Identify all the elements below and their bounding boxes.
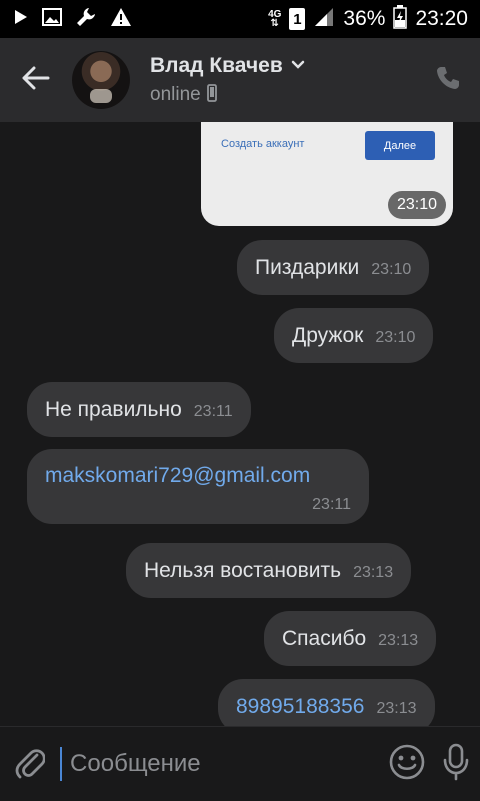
- message-time: 23:11: [312, 496, 351, 513]
- warning-icon: [110, 7, 132, 32]
- message-time: 23:10: [371, 261, 412, 278]
- message-composer: [0, 726, 480, 801]
- message-bubble-outgoing[interactable]: Нельзя востановить 23:13: [126, 543, 412, 598]
- contact-name: Влад Квачев: [150, 53, 283, 77]
- message-bubble-outgoing[interactable]: Дружок 23:10: [274, 308, 434, 363]
- chevron-down-icon: [291, 57, 305, 75]
- message-bubble-outgoing[interactable]: Спасибо 23:13: [264, 611, 437, 666]
- email-link[interactable]: makskomari729@gmail.com: [45, 464, 310, 487]
- sim-icon: 1: [289, 8, 306, 30]
- message-time: 23:11: [193, 403, 233, 420]
- message-bubble-incoming[interactable]: Не правильно 23:11: [27, 382, 251, 437]
- emoji-icon: [388, 743, 426, 786]
- network-type: 4G ⇅: [268, 9, 282, 29]
- call-button[interactable]: [416, 38, 480, 122]
- chat-title[interactable]: Влад Квачев online: [150, 54, 305, 107]
- image-message[interactable]: Создать аккаунт Далее 23:10: [201, 122, 453, 226]
- phone-device-icon: [206, 83, 217, 107]
- emoji-button[interactable]: [382, 727, 431, 801]
- chat-header: Влад Квачев online: [0, 38, 480, 122]
- message-text: Пиздарики: [255, 256, 360, 279]
- attach-button[interactable]: [0, 727, 60, 801]
- back-arrow-icon: [22, 66, 50, 95]
- microphone-icon: [442, 743, 470, 786]
- online-status: online: [150, 84, 201, 105]
- microphone-button[interactable]: [431, 727, 480, 801]
- message-time: 23:13: [353, 564, 394, 581]
- message-text: Не правильно: [45, 398, 182, 421]
- message-text: Дружок: [292, 324, 364, 347]
- message-bubble-outgoing[interactable]: 89895188356 23:13: [218, 679, 435, 726]
- battery-icon: [393, 4, 408, 34]
- message-time: 23:10: [387, 191, 446, 219]
- battery-percent: 36%: [343, 7, 386, 30]
- call-icon: [435, 65, 461, 96]
- play-icon: [14, 9, 28, 30]
- message-time: 23:13: [378, 632, 419, 649]
- message-bubble-outgoing[interactable]: Пиздарики 23:10: [237, 240, 430, 295]
- message-time: 23:10: [375, 329, 416, 346]
- wrench-icon: [76, 7, 96, 32]
- message-bubble-incoming[interactable]: makskomari729@gmail.com 23:11: [27, 449, 369, 524]
- message-input[interactable]: [60, 747, 383, 781]
- image-icon: [42, 7, 62, 31]
- back-button[interactable]: [0, 38, 72, 122]
- attach-icon: [15, 745, 46, 784]
- phone-number-link[interactable]: 89895188356: [236, 679, 364, 726]
- message-text: Нельзя востановить: [144, 559, 342, 582]
- avatar[interactable]: [72, 51, 130, 109]
- image-next-button: Далее: [365, 131, 435, 160]
- signal-icon: [313, 6, 335, 33]
- image-link-text: Создать аккаунт: [221, 138, 305, 150]
- message-time: 23:13: [376, 700, 417, 717]
- status-bar: 4G ⇅ 1 36% 23:20: [0, 0, 480, 38]
- message-text: Спасибо: [282, 627, 367, 650]
- clock: 23:20: [415, 7, 468, 30]
- message-list[interactable]: Создать аккаунт Далее 23:10 Пиздарики 23…: [0, 122, 480, 726]
